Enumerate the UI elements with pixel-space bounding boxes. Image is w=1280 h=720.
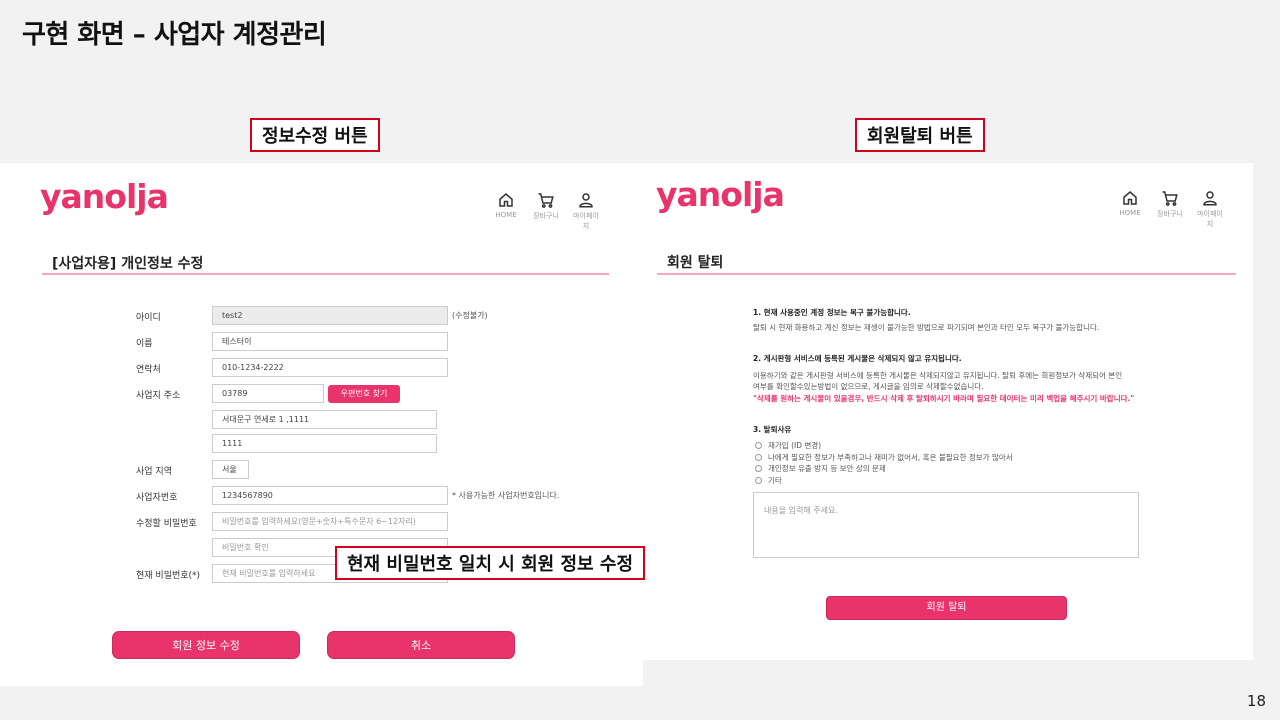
region-select[interactable]: 서울 [212,460,249,479]
radio-button[interactable] [755,454,762,461]
notice2-body1: 이용하기와 같은 게시판형 서비스에 등록한 게시물은 삭제되지않고 유지됩니다… [753,371,1123,380]
yanolja-logo[interactable]: yanolja [40,177,169,216]
reason-label: 개인정보 유출 방지 등 보안 상의 문제 [768,464,886,473]
yanolja-logo[interactable]: yanolja [656,175,785,214]
notice1-body: 탈퇴 시 현재 화용하고 계신 정보는 재생이 불가능한 방법으로 파기되며 본… [753,323,1100,332]
radio-button[interactable] [755,465,762,472]
home-icon [1123,191,1137,205]
label-biz-number: 사업자번호 [136,493,178,503]
nav-cart[interactable]: 장바구니 [1154,189,1186,229]
section-title: 회원 탈퇴 [667,255,724,271]
nav-home[interactable]: HOME [490,191,522,231]
radio-button[interactable] [755,477,762,484]
notice2-title: 2. 게시판형 서비스에 등록된 게시물은 삭제되지 않고 유지됩니다. [753,354,962,363]
reason-option[interactable]: 개인정보 유출 방지 등 보안 상의 문제 [755,463,886,474]
address1-field[interactable]: 서대문구 연세로 1 ,1111 [212,410,437,429]
nav-home-label: HOME [1119,209,1141,217]
biz-number-note: * 사용가능한 사업자번호입니다. [452,491,560,500]
biz-number-field[interactable]: 1234567890 [212,486,448,505]
top-nav: HOME 장바구니 마이페이지 [1114,189,1226,229]
section-divider [657,273,1236,275]
id-note: (수정불가) [452,311,488,320]
update-profile-button[interactable]: 회원 정보 수정 [112,631,300,659]
section-divider [42,273,609,275]
nav-mypage-label: 마이페이지 [573,212,599,230]
withdraw-button[interactable]: 회원 탈퇴 [826,596,1067,620]
nav-mypage-label: 마이페이지 [1197,210,1223,228]
cart-icon [538,193,554,208]
zipcode-field[interactable]: 03789 [212,384,324,403]
label-phone: 연락처 [136,365,161,375]
nav-cart-label: 장바구니 [533,212,559,220]
callout-withdraw-button: 회원탈퇴 버튼 [855,118,985,152]
profile-edit-screen: yanolja HOME 장바구니 마이페이지 [사업자용] 개인정보 수정 아… [0,163,643,686]
notice1-title: 1. 현재 사용중인 계정 정보는 복구 불가능합니다. [753,308,911,317]
cancel-button[interactable]: 취소 [327,631,515,659]
reason-label: 기타 [768,476,782,485]
address2-field[interactable]: 1111 [212,434,437,453]
nav-mypage[interactable]: 마이페이지 [1194,189,1226,229]
notice2-warning: "삭제를 원하는 게시물이 있을경우, 반드시 삭제 후 탈퇴하시기 바라며 필… [753,394,1135,403]
notice2-body2: 여부를 확인할수있는방법이 없으므로, 게시글을 임의로 삭제할수없습니다. [753,382,984,391]
withdraw-screen: yanolja HOME 장바구니 마이페이지 회원 탈퇴 1. 현재 사용중인… [643,163,1253,660]
label-current-password: 현재 비밀번호(*) [136,571,201,581]
user-icon [1203,191,1217,206]
reason-option[interactable]: 나에게 필요한 정보가 부족하고나 재미가 없어서, 혹은 불필요한 정보가 많… [755,452,1013,463]
id-field: test2 [212,306,448,325]
label-address: 사업지 주소 [136,391,181,401]
label-new-password: 수정할 비밀번호 [136,519,197,529]
home-icon [499,193,513,207]
callout-edit-button: 정보수정 버튼 [250,118,380,152]
new-password-field[interactable]: 비밀번호를 입력하세요(영문+숫자+특수문자 6~12자리) [212,512,448,531]
cart-icon [1162,191,1178,206]
reason-textarea[interactable]: 내용을 입력해 주세요. [753,492,1139,558]
phone-field[interactable]: 010-1234-2222 [212,358,448,377]
label-name: 이름 [136,339,153,349]
nav-cart-label: 장바구니 [1157,210,1183,218]
user-icon [579,193,593,208]
name-field[interactable]: 테스터이 [212,332,448,351]
reason-label: 나에게 필요한 정보가 부족하고나 재미가 없어서, 혹은 불필요한 정보가 많… [768,453,1013,462]
zipcode-search-button[interactable]: 우편번호 찾기 [328,385,400,403]
callout-password-note: 현재 비밀번호 일치 시 회원 정보 수정 [335,546,645,580]
label-id: 아이디 [136,313,161,323]
radio-button[interactable] [755,442,762,449]
label-region: 사업 지역 [136,467,172,477]
nav-mypage[interactable]: 마이페이지 [570,191,602,231]
section-title: [사업자용] 개인정보 수정 [52,256,204,272]
nav-home-label: HOME [495,211,517,219]
reason-option[interactable]: 재가입 (ID 변경) [755,440,821,451]
nav-home[interactable]: HOME [1114,189,1146,229]
slide-title: 구현 화면 – 사업자 계정관리 [22,20,327,50]
reason-label: 재가입 (ID 변경) [768,441,822,450]
nav-cart[interactable]: 장바구니 [530,191,562,231]
reason-title: 3. 탈퇴사유 [753,425,792,434]
reason-option[interactable]: 기타 [755,475,782,486]
top-nav: HOME 장바구니 마이페이지 [490,191,602,231]
page-number: 18 [1246,692,1266,710]
